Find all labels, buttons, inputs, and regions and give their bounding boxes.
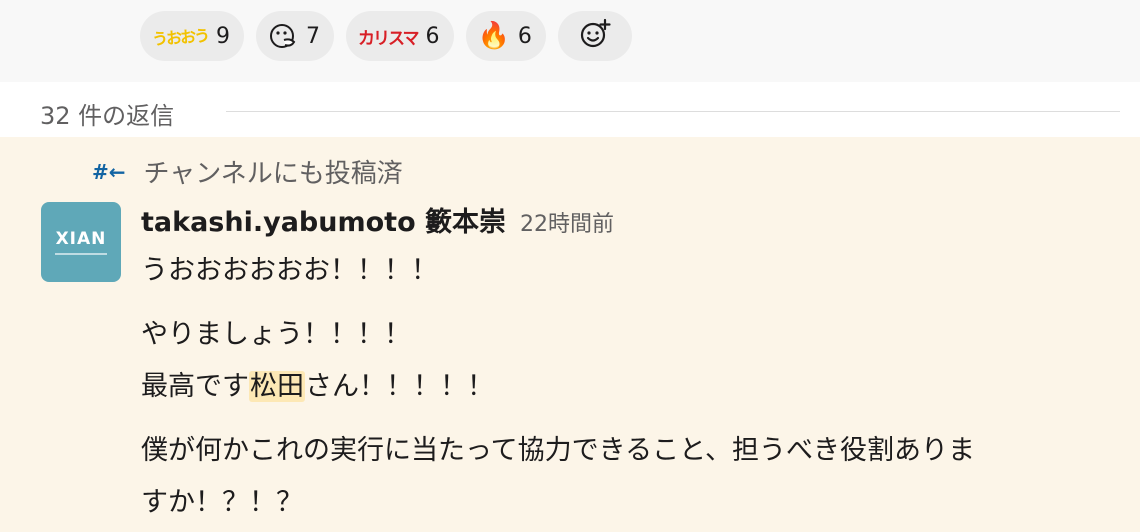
replies-count-label: 32 件の返信: [40, 102, 175, 130]
message-header: takashi.yabumoto 籔本崇 22時間前: [141, 200, 614, 239]
reactions-bar: うおおう 9 7 カリスマ 6 🔥 6: [0, 0, 1140, 82]
posted-to-channel-note: #← チャンネルにも投稿済: [92, 153, 403, 190]
avatar-logo: XIAN: [55, 229, 107, 249]
message-item[interactable]: #← チャンネルにも投稿済 XIAN takashi.yabumoto 籔本崇 …: [0, 137, 1140, 532]
reaction-count: 7: [306, 23, 321, 49]
reaction-karisuma[interactable]: カリスマ 6: [346, 11, 454, 61]
channel-hash-arrow-icon: #←: [92, 159, 126, 184]
message-line: うおおおおおお！！！！: [141, 255, 438, 286]
message-text: さん！！！！！: [305, 371, 494, 402]
message-line: すか！？！？: [141, 487, 303, 518]
add-reaction-icon: [578, 17, 612, 55]
reaction-uoou[interactable]: うおおう 9: [140, 11, 245, 61]
reaction-count: 6: [517, 23, 532, 49]
reaction-count: 9: [216, 23, 231, 49]
replies-divider: 32 件の返信: [0, 82, 1140, 137]
posted-to-channel-label: チャンネルにも投稿済: [143, 159, 403, 189]
karisuma-emoji-icon: カリスマ: [358, 28, 419, 49]
message-line: 僕が何かこれの実行に当たって協力できること、担うべき役割ありま: [141, 435, 976, 466]
reaction-face[interactable]: 7: [256, 11, 335, 61]
face-with-hand-icon: [268, 21, 298, 51]
uoou-emoji-icon: うおおう: [151, 26, 209, 49]
thread-view: うおおう 9 7 カリスマ 6 🔥 6 32 件の返信 #← チャンネルにも投稿…: [0, 0, 1140, 532]
reaction-count: 6: [425, 23, 440, 49]
message-body: うおおおおおお！！！！ やりましょう！！！！ 最高です松田さん！！！！！ 僕が何…: [141, 245, 1121, 529]
fire-icon: 🔥: [477, 21, 510, 51]
message-line: 最高です松田さん！！！！！: [141, 361, 1121, 413]
author-name[interactable]: takashi.yabumoto 籔本崇: [141, 200, 506, 239]
divider-line: [226, 111, 1120, 112]
avatar[interactable]: XIAN: [41, 202, 121, 282]
add-reaction-button[interactable]: [557, 11, 632, 61]
message-line: やりましょう！！！！: [141, 319, 411, 350]
message-timestamp[interactable]: 22時間前: [520, 206, 614, 238]
reaction-fire[interactable]: 🔥 6: [465, 11, 546, 61]
message-text: 最高です: [141, 371, 249, 402]
user-mention[interactable]: 松田: [249, 371, 305, 402]
avatar-logo-underline: [55, 253, 107, 255]
